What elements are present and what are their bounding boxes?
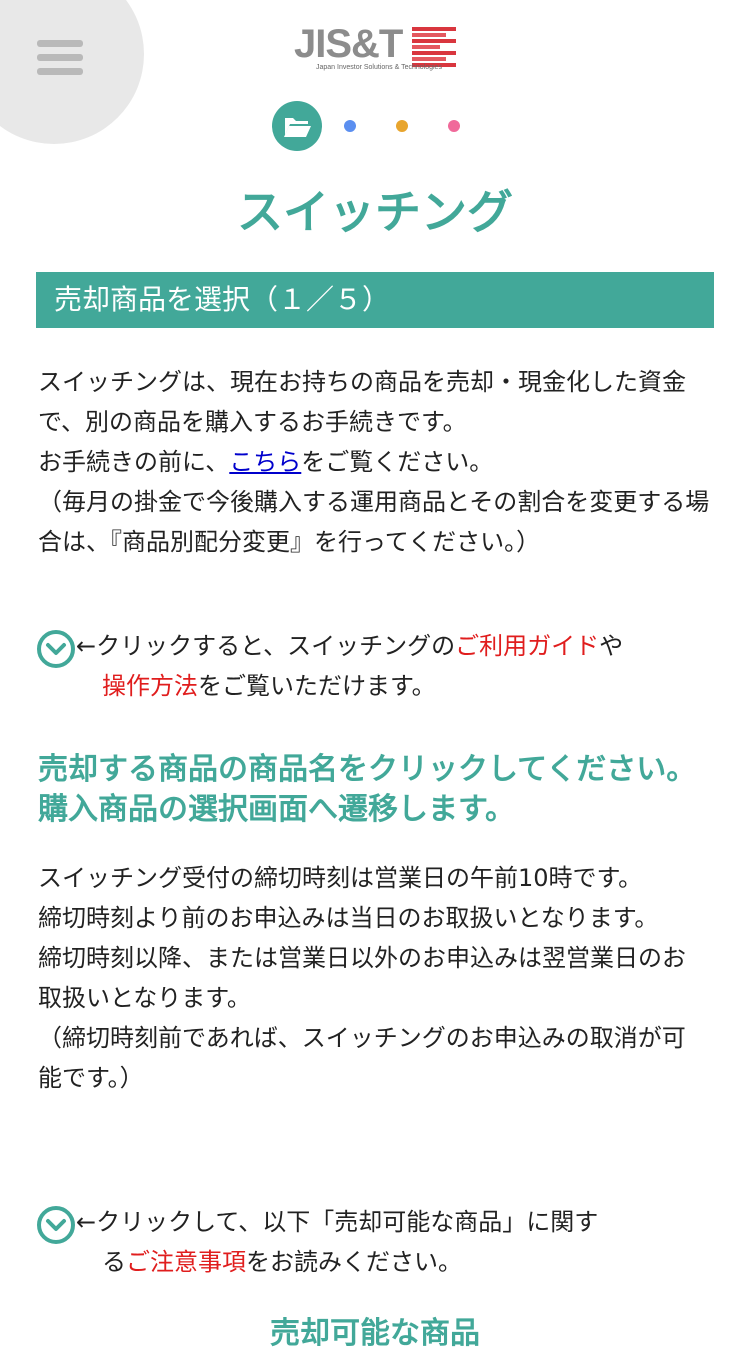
chevron-down-circle-icon[interactable]	[36, 629, 76, 669]
step-1-active	[272, 101, 322, 151]
usage-guide-link[interactable]: ご利用ガイド	[455, 632, 599, 660]
intro-prefix: お手続きの前に、	[38, 448, 230, 476]
notice-toggle-line-1: ←クリックして、以下「売却可能な商品」に関す	[76, 1208, 599, 1236]
instruction-heading: 売却する商品の商品名をクリックしてください。購入商品の選択画面へ遷移します。	[38, 752, 697, 827]
intro-text: スイッチングは、現在お持ちの商品を売却・現金化した資金で、別の商品を購入するお手…	[38, 362, 718, 562]
chevron-down-circle-icon[interactable]	[36, 1205, 76, 1245]
step-4-dot	[448, 120, 460, 132]
hamburger-menu-icon[interactable]	[37, 40, 83, 80]
deadline-paragraph-4: （締切時刻前であれば、スイッチングのお申込みの取消が可能です。）	[38, 1024, 686, 1092]
guide-text-post: をご覧いただけます。	[198, 672, 436, 700]
hamburger-bar	[37, 68, 83, 75]
logo-bars-icon	[412, 27, 456, 67]
kochira-link[interactable]: こちら	[229, 448, 301, 476]
guide-toggle-line-1: ←クリックすると、スイッチングのご利用ガイドや	[76, 626, 623, 666]
intro-suffix: をご覧ください。	[301, 448, 494, 476]
notice-toggle-line-2: るご注意事項をお読みください。	[102, 1242, 462, 1282]
deadline-text: スイッチング受付の締切時刻は営業日の午前10時です。 締切時刻より前のお申込みは…	[38, 858, 700, 1098]
intro-paragraph-3: （毎月の掛金で今後購入する運用商品とその割合を変更する場合は、『商品別配分変更』…	[38, 488, 710, 556]
hamburger-bar	[37, 54, 83, 61]
guide-text-pre: ←クリックすると、スイッチングの	[76, 632, 456, 660]
section-title-bar: 売却商品を選択（１／５）	[36, 272, 714, 328]
notice-text-pre2: る	[102, 1248, 126, 1276]
sellable-products-heading: 売却可能な商品	[270, 1316, 480, 1351]
notice-text-post: をお読みください。	[246, 1248, 462, 1276]
step-3-dot	[396, 120, 408, 132]
caution-items-link[interactable]: ご注意事項	[126, 1248, 246, 1276]
operation-method-link[interactable]: 操作方法	[102, 672, 198, 700]
step-2-dot	[344, 120, 356, 132]
company-logo[interactable]: JIS&T Japan Investor Solutions & Technol…	[294, 24, 464, 76]
step-indicator	[272, 101, 472, 151]
intro-paragraph-1: スイッチングは、現在お持ちの商品を売却・現金化した資金で、別の商品を購入するお手…	[38, 368, 686, 436]
page-title: スイッチング	[237, 185, 513, 239]
deadline-paragraph-1: スイッチング受付の締切時刻は営業日の午前10時です。	[38, 864, 643, 892]
guide-text-mid: や	[599, 632, 624, 660]
intro-paragraph-2: お手続きの前に、こちらをご覧ください。	[38, 442, 718, 482]
deadline-paragraph-3: 締切時刻以降、または営業日以外のお申込みは翌営業日のお取扱いとなります。	[38, 944, 686, 1012]
hamburger-bar	[37, 40, 83, 47]
logo-tagline: Japan Investor Solutions & Technologies	[316, 64, 442, 71]
guide-toggle-line-2: 操作方法をご覧いただけます。	[102, 666, 436, 706]
logo-text: JIS&T	[294, 22, 403, 66]
deadline-paragraph-2: 締切時刻より前のお申込みは当日のお取扱いとなります。	[38, 904, 659, 932]
folder-open-icon	[284, 118, 311, 137]
